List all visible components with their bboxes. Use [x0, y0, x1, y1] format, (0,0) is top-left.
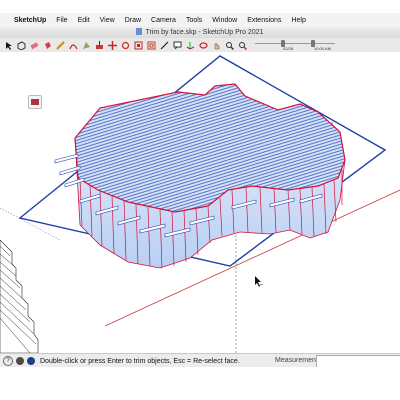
menu-bar: SketchUp File Edit View Draw Camera Tool… [0, 13, 400, 28]
measurements-label: Measurements [275, 357, 322, 364]
orbit-tool-icon[interactable] [199, 41, 208, 50]
menu-sketchup[interactable]: SketchUp [14, 17, 46, 24]
timeline-date: 02/28 [283, 46, 294, 51]
zoom-extents-tool-icon[interactable] [238, 41, 247, 50]
arc-tool-icon[interactable] [69, 41, 78, 50]
text-tool-icon[interactable] [173, 41, 182, 50]
menu-draw[interactable]: Draw [125, 17, 141, 24]
pan-tool-icon[interactable] [212, 41, 221, 50]
move-tool-icon[interactable] [108, 40, 117, 50]
main-toolbar: 02/28 10:00 AM [0, 38, 400, 53]
axes-tool-icon[interactable] [186, 41, 195, 50]
make-component-tool-icon[interactable] [17, 40, 26, 50]
status-message: Double-click or press Enter to trim obje… [40, 357, 240, 365]
tool-cursor: ✂ [255, 276, 264, 287]
select-tool-icon[interactable] [4, 41, 13, 50]
shape-tool-icon[interactable] [82, 41, 91, 50]
pencil-line-tool-icon[interactable] [56, 40, 65, 50]
geolocation-icon[interactable] [27, 357, 35, 365]
model-scene: ✂ [0, 55, 400, 353]
scale-tool-icon[interactable] [134, 41, 143, 50]
timeline-time: 10:00 AM [314, 46, 331, 51]
zoom-tool-icon[interactable] [225, 41, 234, 50]
screen-bottom-margin [0, 367, 400, 400]
status-bar: ? Double-click or press Enter to trim ob… [0, 353, 400, 369]
menu-window[interactable]: Window [212, 17, 237, 24]
staircase-model [0, 239, 39, 353]
document-icon [136, 28, 143, 35]
window-title: Trim by face.skp - SketchUp Pro 2021 [145, 29, 264, 36]
menu-tools[interactable]: Tools [186, 17, 202, 24]
modeling-viewport[interactable]: ✂ [0, 52, 400, 353]
menu-extensions[interactable]: Extensions [247, 17, 281, 24]
shadow-timeline[interactable]: 02/28 10:00 AM [255, 40, 335, 51]
timeline-track [255, 43, 335, 44]
menu-camera[interactable]: Camera [151, 17, 176, 24]
tray-toggle-icon[interactable] [28, 95, 42, 109]
user-account-icon[interactable] [16, 357, 24, 365]
menu-edit[interactable]: Edit [78, 17, 90, 24]
menu-view[interactable]: View [100, 17, 115, 24]
paint-bucket-tool-icon[interactable] [43, 41, 52, 50]
blue-axis-line [0, 207, 61, 241]
push-pull-tool-icon[interactable] [95, 40, 104, 50]
screen-top-margin [0, 0, 400, 13]
window-title-bar: Trim by face.skp - SketchUp Pro 2021 [0, 27, 400, 38]
rotate-tool-icon[interactable] [121, 41, 130, 50]
offset-tool-icon[interactable] [147, 41, 156, 50]
eraser-tool-icon[interactable] [30, 41, 39, 50]
tape-measure-tool-icon[interactable] [160, 41, 169, 50]
info-icon[interactable]: ? [3, 356, 13, 366]
cursor-tool-badge: ✂ [260, 282, 264, 287]
menu-help[interactable]: Help [291, 17, 305, 24]
menu-file[interactable]: File [56, 17, 67, 24]
